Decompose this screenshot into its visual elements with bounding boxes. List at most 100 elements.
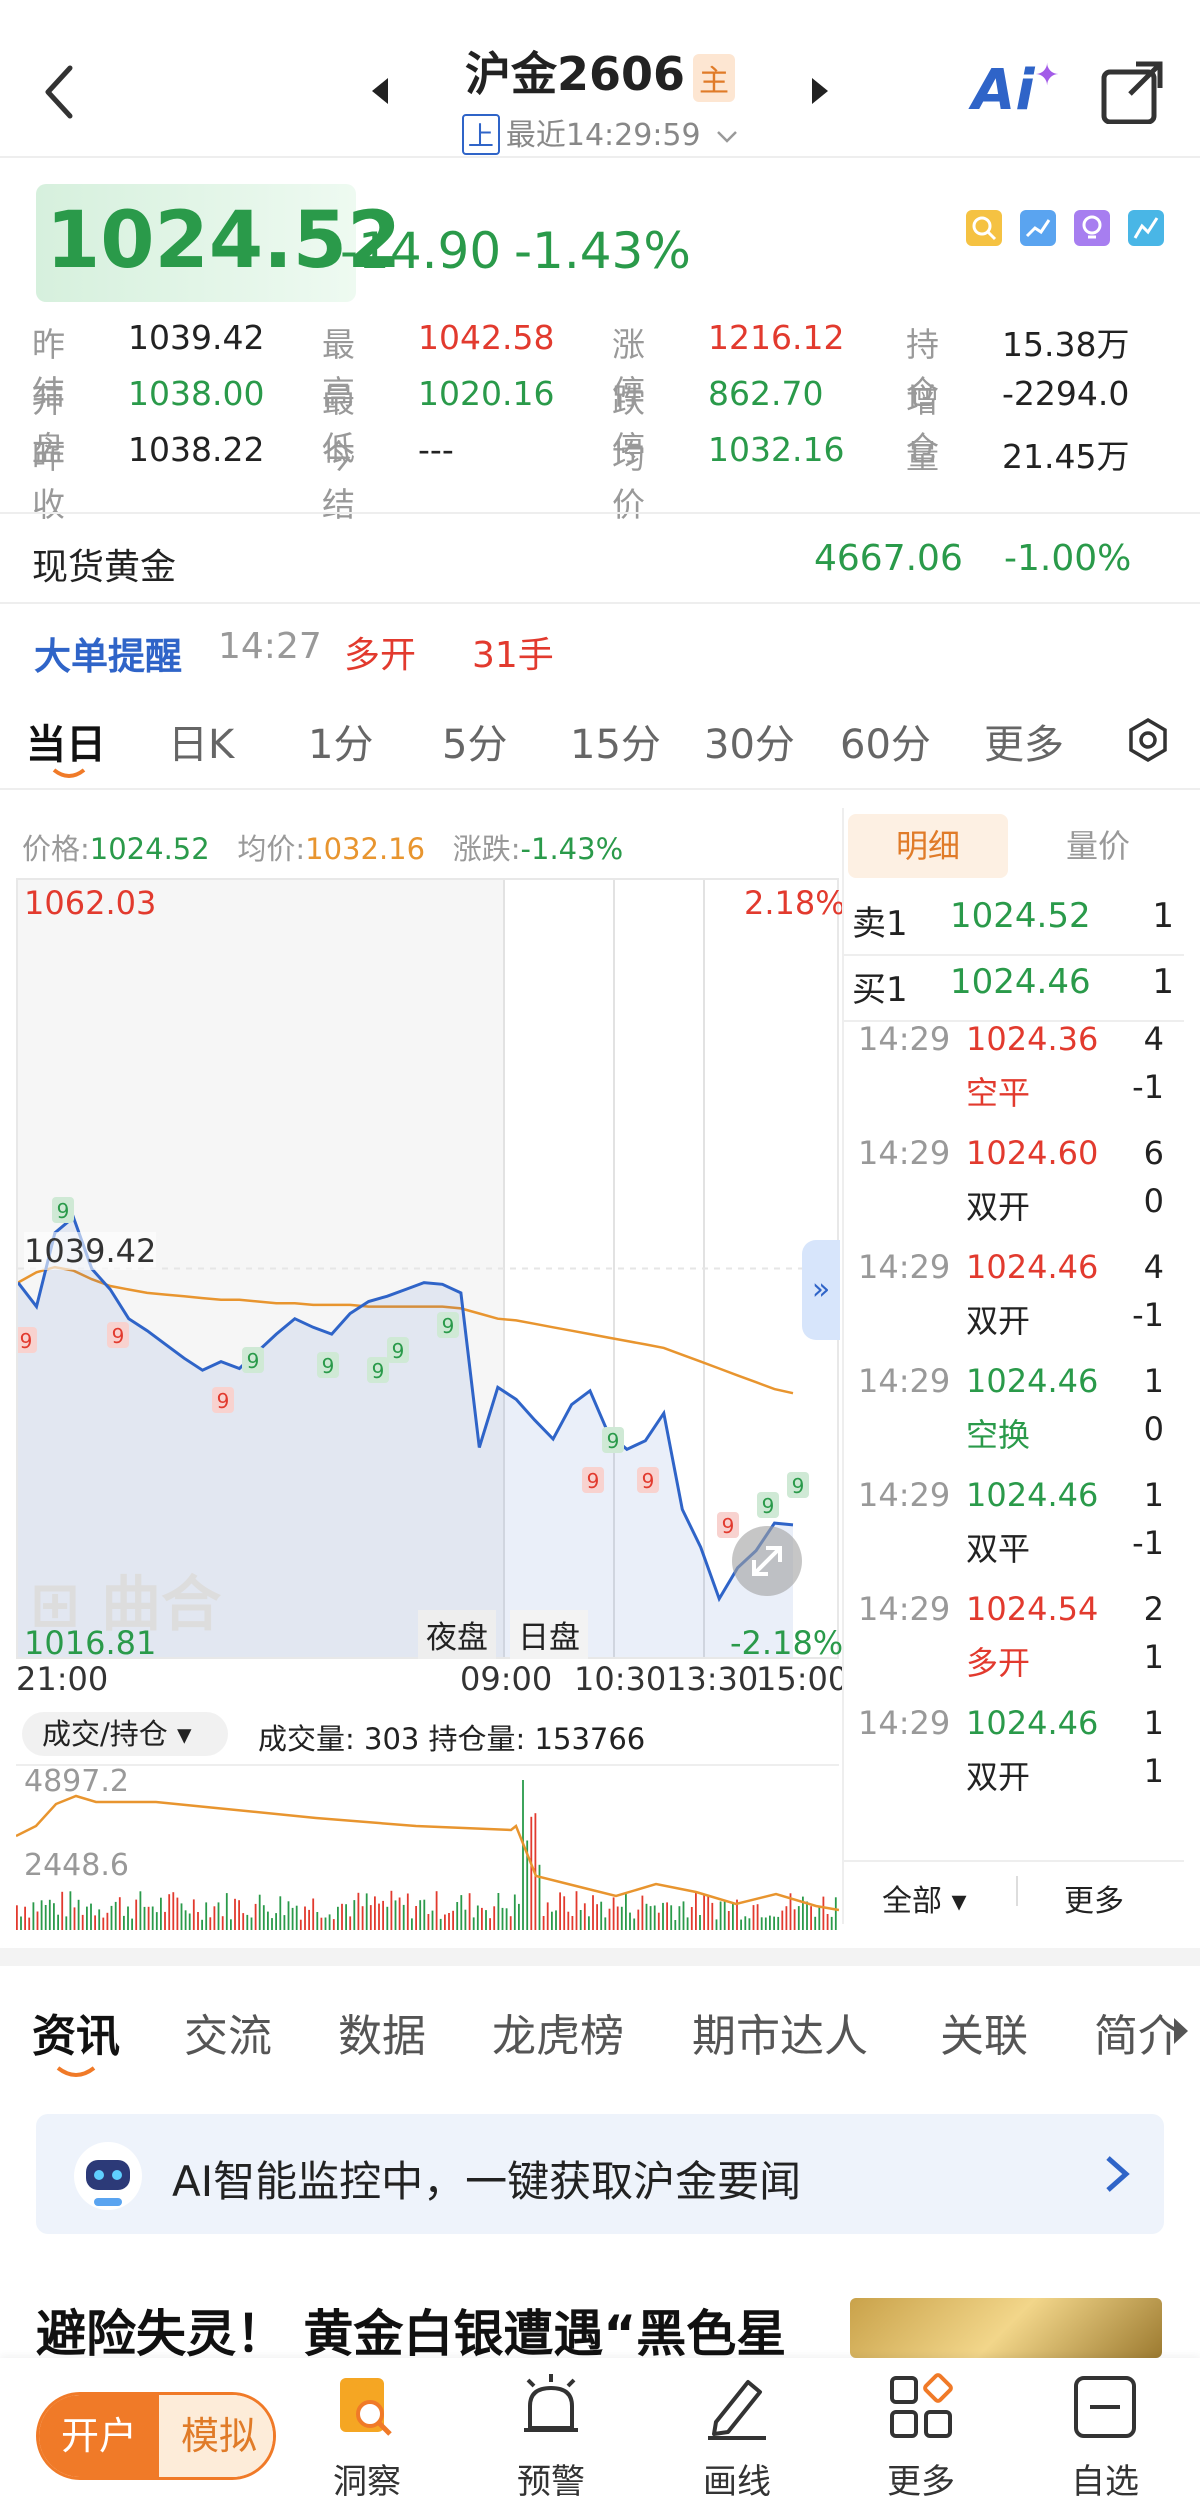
volume-bar (826, 1914, 829, 1930)
volume-bar (24, 1906, 26, 1930)
tick-kind: 双开 (966, 1302, 1031, 1340)
volume-bar (61, 1891, 64, 1930)
chart-settings-icon[interactable] (1124, 716, 1172, 764)
svg-text:9: 9 (247, 1349, 260, 1373)
ai-monitor-banner[interactable]: AI智能监控中，一键获取沪金要闻 (36, 2114, 1164, 2234)
big-order-alert-title[interactable]: 大单提醒 (34, 626, 182, 680)
volume-bar (406, 1893, 409, 1930)
volume-bar (16, 1905, 18, 1930)
volume-mode-selector[interactable]: 成交/持仓 ▾ (22, 1712, 228, 1756)
volume-bar (242, 1913, 245, 1930)
chart-icon[interactable] (1020, 210, 1056, 246)
period-tab[interactable]: 更多 (984, 712, 1064, 770)
time-tick-label: 21:00 (16, 1660, 109, 1698)
news-tab[interactable]: 龙虎榜 (492, 2000, 624, 2064)
volume-bar (645, 1903, 648, 1930)
volume-bar (73, 1907, 76, 1930)
volume-bar (320, 1917, 323, 1930)
volume-bar (205, 1902, 208, 1930)
alarm-icon (524, 2374, 578, 2432)
volume-bar (382, 1900, 384, 1930)
period-tab[interactable]: 1分 (308, 712, 373, 770)
signal-marker: 9 (757, 1492, 779, 1518)
volume-bar (583, 1903, 586, 1930)
signal-marker: 9 (637, 1467, 659, 1493)
volume-bar (579, 1910, 582, 1930)
stat-value: 1038.00 (128, 374, 265, 413)
news-tab[interactable]: 简介 (1094, 2000, 1182, 2064)
news-tabs-more-icon[interactable] (1170, 2016, 1190, 2046)
tab-detail[interactable]: 明细 (848, 814, 1008, 878)
tab-volume-price[interactable]: 量价 (1018, 814, 1178, 878)
big-order-alert-time: 14:27 (218, 626, 322, 667)
period-tab[interactable]: 30分 (704, 712, 795, 770)
search-icon[interactable] (966, 210, 1002, 246)
news-tab[interactable]: 交流 (184, 2000, 272, 2064)
volume-bar (118, 1897, 121, 1930)
period-tab[interactable]: 日K (168, 712, 234, 770)
volume-bar (394, 1900, 397, 1930)
demo-trade-button[interactable]: 模拟 (159, 2395, 273, 2477)
analysis-icon[interactable] (1128, 210, 1164, 246)
period-tab[interactable]: 15分 (570, 712, 661, 770)
stat-value: -2294.0 (1002, 374, 1130, 413)
price-change: -14.90 (340, 222, 502, 280)
news-headline[interactable]: 避险失灵！ 黄金白银遭遇“黑色星 (36, 2294, 786, 2366)
news-tab[interactable]: 数据 (338, 2000, 426, 2064)
filter-all-button[interactable]: 全部 ▾ (882, 1876, 967, 1920)
volume-bar (686, 1917, 689, 1930)
period-tab[interactable]: 5分 (442, 712, 507, 770)
volume-bar (44, 1905, 47, 1930)
volume-bar (773, 1916, 775, 1930)
news-tab[interactable]: 资讯 (32, 2000, 120, 2064)
spot-gold-label[interactable]: 现货黄金 (32, 538, 176, 590)
volume-bar (760, 1917, 763, 1930)
volume-bar (291, 1907, 294, 1930)
volume-bar (444, 1914, 446, 1930)
svg-text:9: 9 (112, 1324, 125, 1348)
volume-bar (695, 1891, 697, 1930)
svg-text:9: 9 (442, 1314, 455, 1338)
news-thumbnail[interactable] (850, 2298, 1162, 2358)
order-side: 卖1 (852, 904, 908, 944)
tick-kind: 双平 (966, 1530, 1031, 1568)
tick-row: 14:29 1024.46 4 双开 -1 (842, 1248, 1184, 1362)
spot-gold-pct: -1.00% (1004, 538, 1132, 579)
open-account-button[interactable]: 开户 (39, 2395, 159, 2477)
signal-marker: 9 (437, 1312, 459, 1338)
tick-price: 1024.46 (966, 1362, 1099, 1400)
volume-axis-max: 4897.2 (24, 1764, 129, 1799)
volume-bar (501, 1907, 504, 1930)
volume-bar (246, 1914, 249, 1930)
fullscreen-button[interactable] (732, 1526, 802, 1596)
period-tab[interactable]: 当日 (26, 712, 106, 770)
signal-marker: 9 (582, 1467, 604, 1493)
volume-bar (308, 1909, 310, 1930)
volume-bar (633, 1918, 636, 1930)
expand-panel-button[interactable]: » (802, 1240, 840, 1340)
prev-settle-line-label: 1039.42 (24, 1232, 157, 1270)
tick-qty: 1 (1143, 1476, 1164, 1514)
volume-bar (345, 1904, 347, 1930)
time-tick-label: 15:00 (756, 1660, 849, 1698)
stat-value: 1039.42 (128, 318, 265, 357)
info-price: 1024.52 (89, 832, 210, 866)
volume-bar (192, 1899, 195, 1930)
ai-assistant-button[interactable]: Ai✦ (972, 58, 1060, 123)
idea-bulb-icon[interactable] (1074, 210, 1110, 246)
volume-bar (707, 1894, 710, 1930)
period-tab[interactable]: 60分 (840, 712, 931, 770)
tick-time: 14:29 (858, 1704, 951, 1742)
info-avg-label: 均价: (237, 832, 306, 866)
share-icon[interactable] (1100, 60, 1164, 124)
volume-bar (172, 1892, 175, 1930)
volume-bar (20, 1916, 22, 1930)
news-tab[interactable]: 期市达人 (692, 2000, 868, 2064)
news-tab[interactable]: 关联 (940, 2000, 1028, 2064)
night-session-tag: 夜盘 (418, 1610, 496, 1659)
chart-info-line: 价格:1024.52 均价:1032.16 涨跌:-1.43% (22, 826, 623, 868)
volume-bar (139, 1891, 142, 1930)
volume-bar (452, 1910, 454, 1930)
more-ticks-button[interactable]: 更多 (1064, 1876, 1124, 1920)
watermark-text: 曲合 (101, 1570, 222, 1640)
